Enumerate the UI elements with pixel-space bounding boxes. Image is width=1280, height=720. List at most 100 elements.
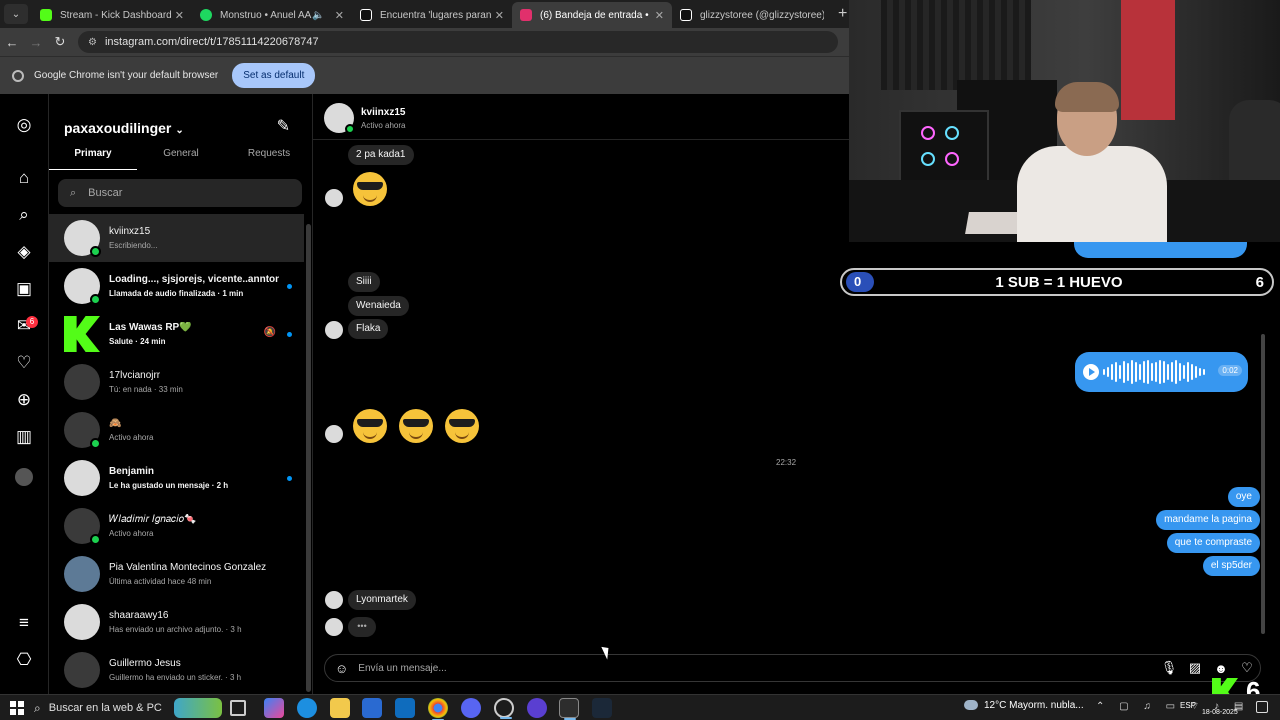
discord-icon[interactable]	[461, 698, 481, 718]
instagram-favicon-icon	[520, 9, 532, 21]
contact-avatar[interactable]	[324, 103, 355, 134]
outgoing-message[interactable]: oye	[1227, 487, 1260, 507]
compose-icon[interactable]: ✎	[277, 116, 290, 136]
pc-case	[899, 110, 989, 190]
close-icon[interactable]: ✕	[175, 9, 184, 22]
tab-kick-dashboard[interactable]: Stream - Kick Dashboard ✕	[32, 2, 192, 28]
incoming-message[interactable]: Siiii	[348, 272, 380, 292]
taskbar-search[interactable]: ⌕ Buscar en la web & PC	[34, 698, 224, 718]
speaker-icon[interactable]: 🔈	[312, 10, 324, 21]
menu-icon[interactable]: ≡	[14, 613, 34, 633]
profile-avatar[interactable]	[15, 468, 33, 486]
site-info-icon[interactable]: ⚙	[88, 37, 97, 48]
forward-icon[interactable]: →	[24, 35, 48, 50]
search-icon[interactable]: ⌕	[14, 205, 34, 225]
steam-icon[interactable]	[592, 698, 612, 718]
sunglasses-emoji-icon[interactable]	[353, 172, 387, 206]
rgb-fan	[945, 126, 959, 140]
reload-icon[interactable]: ↻	[48, 34, 72, 50]
inbox-scrollbar[interactable]	[306, 224, 311, 692]
new-tab-button[interactable]: +	[838, 5, 847, 23]
store-icon[interactable]	[362, 698, 382, 718]
tab-tiktok-profile[interactable]: glizzystoree (@glizzystoree) | Ti	[672, 2, 832, 28]
conversation-item[interactable]: 🙈 Activo ahora	[49, 406, 304, 454]
image-icon[interactable]: ▨	[1182, 660, 1208, 676]
epic-games-icon[interactable]	[559, 698, 579, 720]
conversation-item[interactable]: kviinxz15 Escribiendo...	[49, 214, 304, 262]
account-switcher[interactable]: paxaxoudilinger ⌄	[64, 120, 184, 136]
obs-icon[interactable]	[494, 698, 514, 719]
unread-dot	[287, 332, 292, 337]
search-input[interactable]: ⌕ Buscar	[58, 179, 302, 207]
conversation-item[interactable]: 17lvcianojrr Tú: en nada · 33 min	[49, 358, 304, 406]
conversation-preview: Tú: en nada · 33 min	[109, 385, 183, 394]
heart-icon[interactable]: ♡	[1234, 660, 1260, 676]
conversation-item[interactable]: Guillermo Jesus Guillermo ha enviado un s…	[49, 646, 304, 694]
task-view-icon[interactable]	[230, 700, 246, 716]
sticker-icon[interactable]: ☻	[1208, 661, 1234, 676]
reels-icon[interactable]: ▣	[14, 279, 34, 299]
back-icon[interactable]: ←	[0, 35, 24, 50]
sunglasses-emoji-icon[interactable]	[353, 409, 387, 443]
tab-search-button[interactable]: ⌄	[4, 4, 28, 24]
threads-icon[interactable]: ⎔	[14, 650, 34, 670]
microphone-icon[interactable]: 🎙	[1156, 660, 1182, 676]
sender-avatar	[325, 189, 343, 207]
notification-icon[interactable]	[1256, 701, 1268, 713]
close-icon[interactable]: ✕	[655, 9, 664, 22]
conversation-item[interactable]: Benjamin Le ha gustado un mensaje · 2 h	[49, 454, 304, 502]
edge-icon[interactable]	[297, 698, 317, 718]
app-icon[interactable]	[527, 698, 547, 718]
incoming-message[interactable]: Flaka	[348, 319, 389, 339]
outgoing-message[interactable]: mandame la pagina	[1156, 510, 1260, 530]
emoji-icon[interactable]: ☺	[335, 661, 348, 676]
close-icon[interactable]: ✕	[495, 9, 504, 22]
conversation-name: Pia Valentina Montecinos Gonzalez	[109, 562, 267, 573]
tab-requests[interactable]: Requests	[225, 148, 312, 170]
heart-icon[interactable]: ♡	[14, 353, 34, 373]
dashboard-icon[interactable]: ▥	[14, 427, 34, 447]
tab-spotify[interactable]: Monstruo • Anuel AA 🔈 ✕	[192, 2, 352, 28]
conversation-item[interactable]: shaaraawy16 Has enviado un archivo adjunt…	[49, 598, 304, 646]
tab-primary[interactable]: Primary	[49, 148, 137, 170]
windows-start-icon[interactable]	[10, 701, 24, 715]
tab-tiktok-search[interactable]: Encuentra 'lugares paranormal ✕	[352, 2, 512, 28]
contact-name[interactable]: kviinxz15	[361, 107, 405, 118]
incoming-message[interactable]: Lyonmartek	[348, 590, 416, 610]
create-icon[interactable]: ⊕	[14, 390, 34, 410]
incoming-message[interactable]: Wenaieda	[348, 296, 409, 316]
file-explorer-icon[interactable]	[330, 698, 350, 718]
conversation-item[interactable]: Las Wawas RP💚 Salute · 24 min 🔕	[49, 310, 304, 358]
close-icon[interactable]: ✕	[335, 9, 344, 22]
message-input[interactable]: ☺ Envía un mensaje... 🎙 ▨ ☻ ♡	[324, 654, 1261, 682]
tab-general[interactable]: General	[137, 148, 225, 170]
conversation-item[interactable]: Pia Valentina Montecinos Gonzalez Última …	[49, 550, 304, 598]
clock-date[interactable]: 18-08-2025	[1202, 709, 1238, 716]
outlook-icon[interactable]	[395, 698, 415, 718]
rgb-fan	[945, 152, 959, 166]
play-icon[interactable]	[1083, 364, 1099, 380]
chrome-icon[interactable]	[428, 698, 448, 720]
streamer	[1007, 82, 1167, 242]
outgoing-message[interactable]: que te compraste	[1166, 533, 1260, 553]
url-input[interactable]: ⚙ instagram.com/direct/t/178511142206787…	[78, 31, 838, 53]
conversation-item[interactable]: Loading..., sjsjorejs, vicente..anntoni.…	[49, 262, 304, 310]
explore-icon[interactable]: ◈	[14, 242, 34, 262]
sunglasses-emoji-icon[interactable]	[445, 409, 479, 443]
conversation-item[interactable]: 𝑊𝑙𝑎𝑑𝑖𝑚𝑖𝑟 𝐼𝑔𝑛𝑎𝑐𝑖𝑜🍬 Activo ahora	[49, 502, 304, 550]
voice-message[interactable]: 0:02	[1075, 352, 1248, 392]
home-icon[interactable]: ⌂	[14, 168, 34, 188]
tab-instagram-inbox[interactable]: (6) Bandeja de entrada • Chats ✕	[512, 2, 672, 28]
set-default-button[interactable]: Set as default	[232, 63, 316, 88]
weather-widget[interactable]: 12°C Mayorm. nubla...	[964, 700, 1084, 711]
outgoing-message[interactable]: el sp5der	[1202, 556, 1260, 576]
chat-scrollbar[interactable]	[1261, 334, 1265, 634]
incoming-message[interactable]: 2 pa kada1	[348, 145, 414, 165]
conversation-name: shaaraawy16	[109, 610, 169, 621]
instagram-logo-icon[interactable]: ◎	[14, 115, 34, 135]
copilot-icon[interactable]	[264, 698, 284, 718]
message-timestamp: 22:32	[776, 458, 797, 467]
input-language[interactable]: ESP	[1180, 701, 1196, 710]
sunglasses-emoji-icon[interactable]	[399, 409, 433, 443]
browser-tab-bar: ⌄ Stream - Kick Dashboard ✕ Monstruo • A…	[0, 0, 850, 28]
